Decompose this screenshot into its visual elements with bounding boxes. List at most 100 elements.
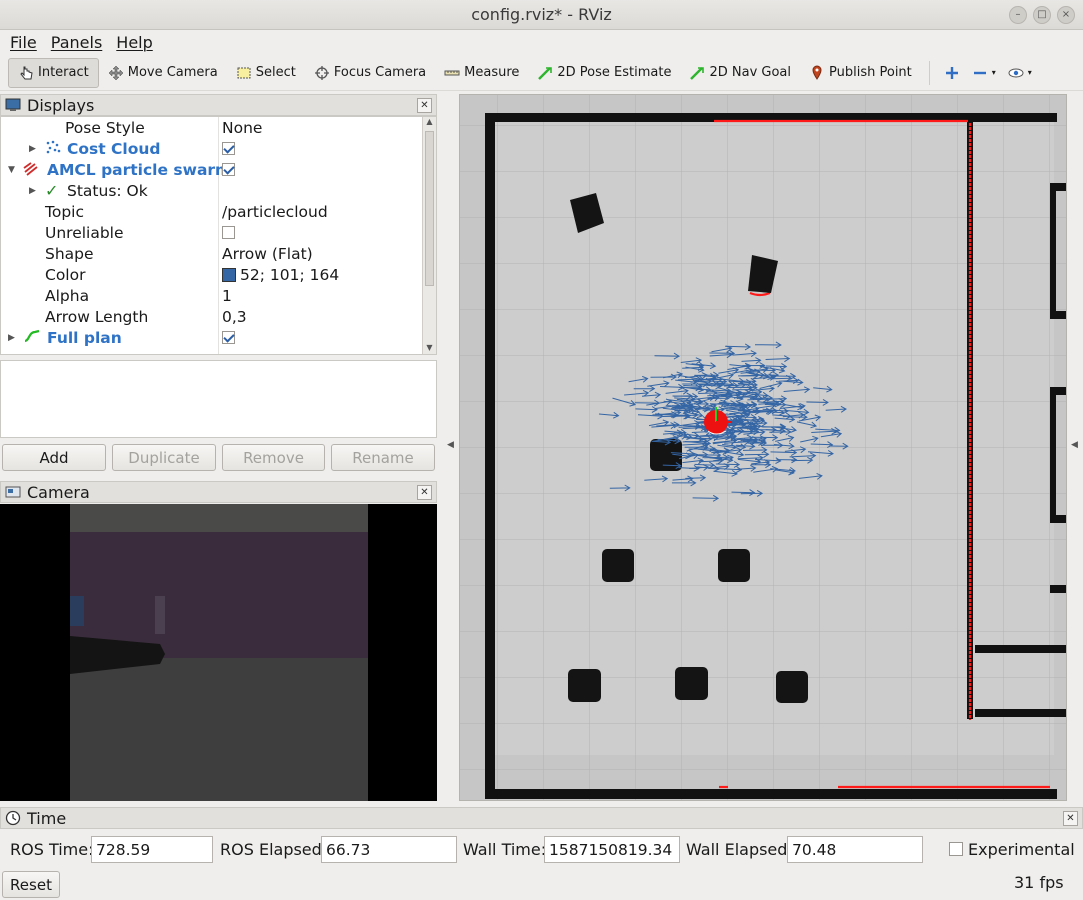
property-row-shape[interactable]: Shape Arrow (Flat)	[1, 243, 423, 264]
add-tool-button[interactable]	[938, 58, 966, 88]
enabled-checkbox[interactable]	[222, 142, 235, 155]
scroll-down-icon[interactable]: ▼	[423, 343, 436, 354]
enabled-checkbox[interactable]	[222, 163, 235, 176]
collapse-left-icon[interactable]: ◀	[447, 440, 457, 450]
unreliable-checkbox[interactable]	[222, 226, 235, 239]
pose-array-icon	[23, 160, 41, 180]
ros-elapsed-label: ROS Elapsed:	[220, 840, 328, 859]
select-label: Select	[255, 65, 296, 80]
camera-icon	[5, 486, 21, 498]
property-row-unreliable[interactable]: Unreliable	[1, 222, 423, 243]
menu-panels[interactable]: Panels	[51, 33, 103, 52]
enabled-checkbox[interactable]	[222, 331, 235, 344]
wall-time-field[interactable]: 1587150819.34	[544, 836, 680, 863]
display-row-amcl-particle-swarm[interactable]: ▼ AMCL particle swarm	[1, 159, 423, 180]
property-row-pose-style[interactable]: Pose Style None	[1, 117, 423, 138]
display-row-full-plan[interactable]: ▶ Full plan	[1, 327, 423, 348]
wall-elapsed-field[interactable]: 70.48	[787, 836, 923, 863]
clock-icon	[5, 810, 21, 826]
status-text: Status: Ok	[67, 181, 148, 200]
select-tool-button[interactable]: Select	[227, 58, 305, 88]
rename-button[interactable]: Rename	[331, 444, 435, 471]
wall-time-label: Wall Time:	[463, 840, 547, 859]
status-row[interactable]: ▶ ✓ Status: Ok	[1, 180, 423, 201]
title-bar: config.rviz* - RViz – □ ×	[0, 0, 1083, 30]
expand-arrow-icon[interactable]: ▶	[29, 144, 39, 154]
select-rect-icon	[237, 67, 251, 78]
reset-button[interactable]: Reset	[2, 871, 60, 898]
remove-tool-button[interactable]: ▾	[966, 58, 1002, 88]
view-tool-button[interactable]: ▾	[1002, 58, 1038, 88]
close-icon[interactable]: ✕	[417, 485, 432, 500]
scroll-up-icon[interactable]: ▲	[423, 117, 436, 130]
menu-help[interactable]: Help	[116, 33, 152, 52]
scrollbar-thumb[interactable]	[425, 131, 434, 286]
maximize-icon[interactable]: □	[1033, 6, 1051, 24]
expand-arrow-icon[interactable]: ▶	[29, 186, 39, 196]
path-icon	[23, 328, 41, 348]
monitor-icon	[5, 98, 21, 111]
displays-title: Displays	[27, 95, 95, 115]
property-row-topic[interactable]: Topic /particlecloud	[1, 201, 423, 222]
pose-estimate-tool-button[interactable]: 2D Pose Estimate	[528, 58, 680, 88]
vertical-scrollbar[interactable]: ▲ ▼	[422, 117, 436, 354]
ros-time-field[interactable]: 728.59	[91, 836, 213, 863]
hand-pointer-icon	[20, 66, 33, 79]
property-description-box	[0, 360, 437, 438]
publish-point-tool-button[interactable]: Publish Point	[800, 58, 921, 88]
property-value[interactable]: None	[222, 119, 262, 137]
close-icon[interactable]: ✕	[417, 98, 432, 113]
add-button[interactable]: Add	[2, 444, 106, 471]
time-title: Time	[27, 808, 67, 828]
pose-estimate-label: 2D Pose Estimate	[557, 65, 672, 80]
green-arrow-icon	[690, 66, 705, 80]
green-arrow-icon	[538, 66, 553, 80]
collapse-arrow-icon[interactable]: ▼	[8, 165, 18, 175]
property-value[interactable]: Arrow (Flat)	[222, 245, 313, 263]
move-camera-tool-button[interactable]: Move Camera	[99, 58, 227, 88]
ros-time-label: ROS Time:	[10, 840, 94, 859]
remove-button[interactable]: Remove	[222, 444, 325, 471]
point-cloud-icon	[45, 139, 61, 159]
property-row-arrow-length[interactable]: Arrow Length 0,3	[1, 306, 423, 327]
display-row-cost-cloud[interactable]: ▶ Cost Cloud	[1, 138, 423, 159]
measure-tool-button[interactable]: Measure	[435, 58, 528, 88]
focus-camera-tool-button[interactable]: Focus Camera	[305, 58, 435, 88]
close-icon[interactable]: ✕	[1063, 811, 1078, 826]
nav-goal-tool-button[interactable]: 2D Nav Goal	[680, 58, 800, 88]
camera-image-view[interactable]	[0, 504, 437, 801]
duplicate-button[interactable]: Duplicate	[112, 444, 216, 471]
collapse-right-icon[interactable]: ◀	[1071, 440, 1081, 450]
menu-bar: File Panels Help	[0, 30, 1083, 54]
property-name: Alpha	[45, 286, 90, 305]
display-name: AMCL particle swarm	[47, 160, 232, 179]
map-pin-icon	[812, 64, 822, 80]
map-3d-view[interactable]	[459, 94, 1067, 801]
color-swatch[interactable]	[222, 267, 236, 282]
menu-file[interactable]: File	[10, 33, 37, 52]
camera-title: Camera	[27, 482, 90, 502]
property-row-color[interactable]: Color 52; 101; 164	[1, 264, 423, 285]
close-icon[interactable]: ×	[1057, 6, 1075, 24]
minimize-icon[interactable]: –	[1009, 6, 1027, 24]
experimental-checkbox[interactable]	[949, 842, 963, 856]
displays-button-row: Add Duplicate Remove Rename	[0, 444, 437, 472]
publish-point-label: Publish Point	[829, 65, 912, 80]
property-name: Arrow Length	[45, 307, 149, 326]
experimental-label: Experimental	[968, 840, 1075, 859]
interact-tool-button[interactable]: Interact	[8, 57, 99, 88]
property-value[interactable]: 1	[222, 287, 232, 305]
property-value[interactable]: 0,3	[222, 308, 247, 326]
property-value[interactable]: 52; 101; 164	[240, 266, 339, 284]
property-row-alpha[interactable]: Alpha 1	[1, 285, 423, 306]
display-name: Full plan	[47, 328, 122, 347]
wall-elapsed-label: Wall Elapsed:	[686, 840, 793, 859]
camera-panel-header: Camera ✕	[0, 481, 437, 503]
fps-counter: 31 fps	[1014, 873, 1064, 892]
displays-panel-header: Displays ✕	[0, 94, 437, 116]
move-camera-label: Move Camera	[127, 65, 218, 80]
measure-label: Measure	[464, 65, 520, 80]
ros-elapsed-field[interactable]: 66.73	[321, 836, 457, 863]
expand-arrow-icon[interactable]: ▶	[8, 333, 18, 343]
property-value[interactable]: /particlecloud	[222, 203, 328, 221]
